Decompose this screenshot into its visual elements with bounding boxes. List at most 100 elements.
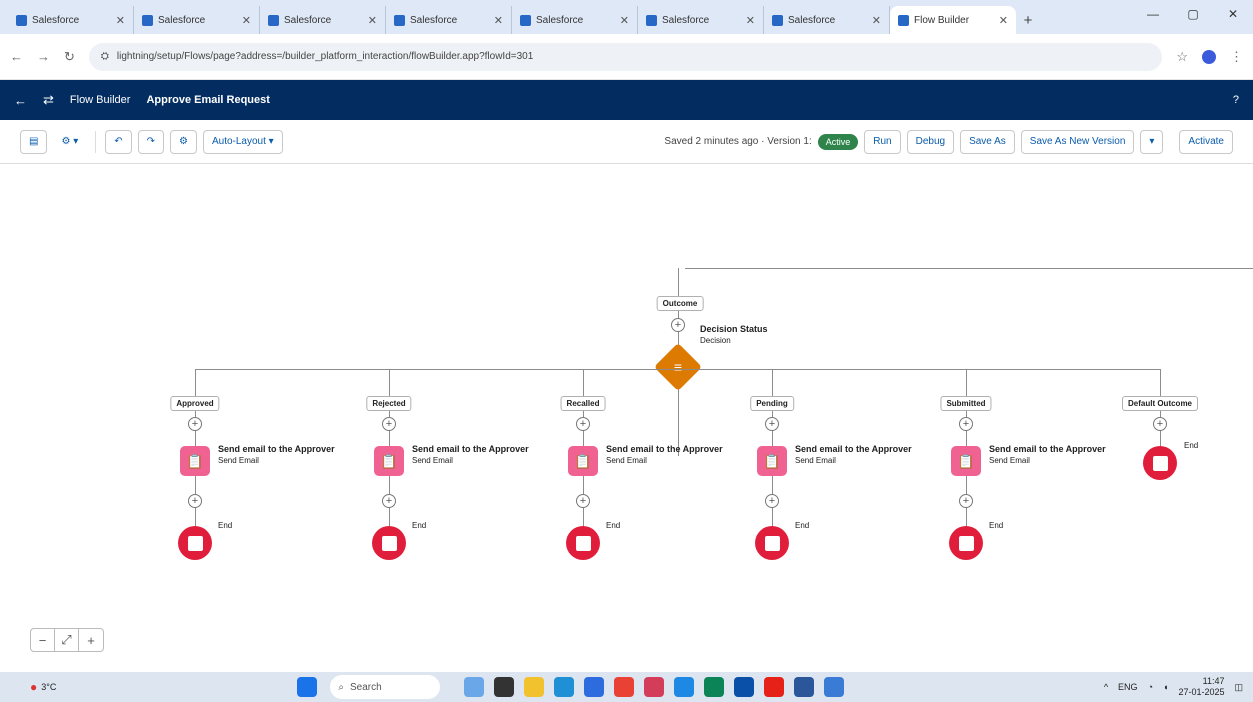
- weather-icon[interactable]: ●: [30, 680, 37, 694]
- toggle-panel-button[interactable]: ▤: [20, 129, 48, 154]
- site-info-icon[interactable]: ⛭: [101, 51, 109, 62]
- reload-button[interactable]: ↻: [64, 49, 75, 65]
- run-button[interactable]: Run: [864, 129, 901, 154]
- outcome-label[interactable]: Outcome: [656, 296, 704, 311]
- browser-tab-active[interactable]: Flow Builder ✕: [890, 6, 1016, 34]
- volume-icon[interactable]: ◖: [1163, 682, 1168, 692]
- close-tab-icon[interactable]: ✕: [242, 14, 251, 27]
- bookmark-star-icon[interactable]: ☆: [1176, 49, 1188, 65]
- file-explorer-icon[interactable]: [524, 677, 545, 697]
- action-node-text[interactable]: Send email to the Approver Send Email: [795, 444, 912, 466]
- word-icon[interactable]: [794, 677, 815, 697]
- copilot-icon[interactable]: [464, 677, 485, 697]
- close-tab-icon[interactable]: ✕: [620, 14, 629, 27]
- fit-view-button[interactable]: ⤢: [55, 629, 79, 651]
- save-as-button[interactable]: Save As: [960, 129, 1015, 154]
- browser-tab[interactable]: Salesforce ✕: [512, 6, 638, 34]
- send-email-action-node[interactable]: 📋: [180, 446, 210, 476]
- forward-button[interactable]: →: [37, 49, 50, 64]
- action-node-text[interactable]: Send email to the Approver Send Email: [606, 444, 723, 466]
- end-node[interactable]: [1143, 446, 1177, 480]
- end-node[interactable]: [372, 526, 406, 560]
- new-tab-button[interactable]: +: [1016, 6, 1040, 34]
- browser-menu-icon[interactable]: ⋮: [1230, 49, 1243, 65]
- branch-label[interactable]: Pending: [750, 396, 794, 411]
- tray-chevron-icon[interactable]: ^: [1104, 682, 1108, 692]
- close-tab-icon[interactable]: ✕: [872, 14, 881, 27]
- task-view-icon[interactable]: [494, 677, 515, 697]
- debug-button[interactable]: Debug: [906, 129, 955, 154]
- send-email-action-node[interactable]: 📋: [757, 446, 787, 476]
- add-element-icon[interactable]: +: [765, 417, 779, 431]
- redo-button[interactable]: ↷: [137, 129, 164, 154]
- tray-language[interactable]: ENG: [1118, 682, 1138, 692]
- send-email-action-node[interactable]: 📋: [951, 446, 981, 476]
- end-node[interactable]: [178, 526, 212, 560]
- photos-icon[interactable]: [824, 677, 845, 697]
- url-input[interactable]: ⛭ lightning/setup/Flows/page?address=/bu…: [88, 42, 1163, 71]
- layout-select[interactable]: Auto-Layout ▾: [202, 129, 283, 154]
- browser-tab[interactable]: Salesforce ✕: [8, 6, 134, 34]
- add-element-icon[interactable]: +: [382, 417, 396, 431]
- end-node[interactable]: [566, 526, 600, 560]
- branch-label[interactable]: Submitted: [940, 396, 992, 411]
- activate-button[interactable]: Activate: [1179, 129, 1233, 154]
- branch-label[interactable]: Recalled: [560, 396, 606, 411]
- branch-label[interactable]: Default Outcome: [1121, 396, 1199, 411]
- action-node-text[interactable]: Send email to the Approver Send Email: [412, 444, 529, 466]
- browser-tab[interactable]: Salesforce ✕: [764, 6, 890, 34]
- wifi-icon[interactable]: ◔: [1148, 682, 1153, 692]
- outlook-icon[interactable]: [734, 677, 755, 697]
- send-email-action-node[interactable]: 📋: [568, 446, 598, 476]
- browser-tab[interactable]: Salesforce ✕: [260, 6, 386, 34]
- close-tab-icon[interactable]: ✕: [746, 14, 755, 27]
- end-node[interactable]: [755, 526, 789, 560]
- close-tab-icon[interactable]: ✕: [494, 14, 503, 27]
- browser-tab[interactable]: Salesforce ✕: [638, 6, 764, 34]
- taskbar-search[interactable]: ⌕ Search: [330, 675, 441, 699]
- close-tab-icon[interactable]: ✕: [999, 14, 1008, 27]
- flow-canvas[interactable]: Outcome + ≡ Decision Status Decision App…: [0, 164, 1253, 672]
- add-element-icon[interactable]: +: [959, 494, 973, 508]
- clock[interactable]: 11:47 27-01-2025: [1178, 676, 1224, 698]
- add-element-icon[interactable]: +: [188, 494, 202, 508]
- add-element-icon[interactable]: +: [576, 417, 590, 431]
- add-element-icon[interactable]: +: [188, 417, 202, 431]
- browser-tab[interactable]: Salesforce ✕: [134, 6, 260, 34]
- extension-icon[interactable]: [1202, 49, 1216, 64]
- add-element-icon[interactable]: +: [671, 318, 685, 332]
- flow-details-button[interactable]: ⚙: [170, 129, 197, 154]
- browser-tab[interactable]: Salesforce ✕: [386, 6, 512, 34]
- add-element-icon[interactable]: +: [765, 494, 779, 508]
- add-element-icon[interactable]: +: [1153, 417, 1167, 431]
- close-tab-icon[interactable]: ✕: [116, 14, 125, 27]
- chrome-icon[interactable]: [614, 677, 635, 697]
- start-menu-icon[interactable]: [297, 677, 318, 697]
- youtube-icon[interactable]: [764, 677, 785, 697]
- branch-label[interactable]: Rejected: [366, 396, 412, 411]
- decision-node-text[interactable]: Decision Status Decision: [700, 324, 768, 346]
- terminal-icon[interactable]: [704, 677, 725, 697]
- close-tab-icon[interactable]: ✕: [368, 14, 377, 27]
- branch-label[interactable]: Approved: [170, 396, 220, 411]
- help-icon[interactable]: ?: [1233, 94, 1239, 106]
- toolbox-button[interactable]: ⚙ ▾: [53, 129, 87, 154]
- action-node-text[interactable]: Send email to the Approver Send Email: [218, 444, 335, 466]
- save-new-version-button[interactable]: Save As New Version: [1020, 129, 1135, 154]
- vscode-icon[interactable]: [674, 677, 695, 697]
- add-element-icon[interactable]: +: [576, 494, 590, 508]
- store-icon[interactable]: [584, 677, 605, 697]
- back-button[interactable]: ←: [10, 49, 23, 64]
- add-element-icon[interactable]: +: [959, 417, 973, 431]
- notifications-icon[interactable]: ◫: [1234, 682, 1243, 693]
- close-window-button[interactable]: ✕: [1213, 0, 1253, 28]
- back-to-setup-button[interactable]: ←: [14, 93, 27, 108]
- send-email-action-node[interactable]: 📋: [374, 446, 404, 476]
- action-node-text[interactable]: Send email to the Approver Send Email: [989, 444, 1106, 466]
- zoom-out-button[interactable]: −: [31, 629, 55, 651]
- zoom-in-button[interactable]: +: [79, 629, 103, 651]
- undo-button[interactable]: ↶: [105, 129, 132, 154]
- maximize-button[interactable]: ▢: [1173, 0, 1213, 28]
- save-menu-chevron-icon[interactable]: ▾: [1140, 129, 1164, 154]
- end-node[interactable]: [949, 526, 983, 560]
